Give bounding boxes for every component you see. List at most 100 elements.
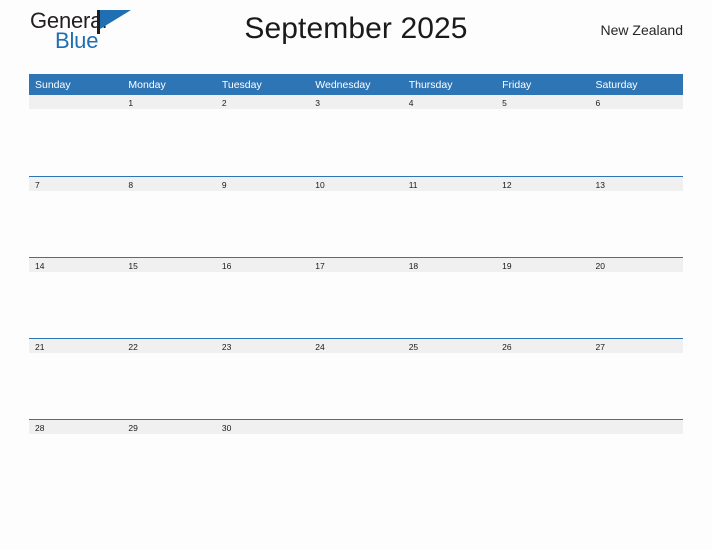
day-cell[interactable]: 3 [309,95,403,176]
day-header-monday: Monday [122,74,216,95]
date-number: 28 [29,419,123,434]
day-cell[interactable]: 14 [29,256,123,338]
day-cell[interactable] [402,418,497,500]
date-number: 14 [29,257,123,272]
day-cell[interactable] [589,418,683,500]
date-number: 20 [589,257,683,272]
day-cell[interactable]: 25 [402,337,497,419]
date-number: 10 [309,176,403,191]
day-cell[interactable]: 17 [309,256,403,338]
day-events[interactable] [403,109,496,169]
day-events[interactable] [216,191,309,251]
page-header: General Blue September 2025 New Zealand [29,0,683,74]
day-cell[interactable]: 20 [589,256,683,338]
date-number: 18 [402,257,497,272]
day-cell[interactable]: 4 [402,95,497,176]
day-cell[interactable]: 27 [589,337,683,419]
week-row: 1 2 3 4 5 6 [29,95,683,176]
date-number [309,419,403,434]
day-events[interactable] [29,272,122,332]
day-cell[interactable]: 19 [496,256,590,338]
month-calendar: Sunday Monday Tuesday Wednesday Thursday… [29,74,683,500]
date-number [589,419,683,434]
day-cell[interactable]: 10 [309,175,403,257]
day-cell[interactable]: 6 [589,95,683,176]
day-cell[interactable]: 26 [496,337,590,419]
day-cell[interactable] [29,95,123,176]
day-events[interactable] [403,272,496,332]
day-cell[interactable]: 21 [29,337,123,419]
day-cell[interactable]: 29 [122,418,216,500]
day-cell[interactable]: 12 [496,175,590,257]
day-cell[interactable]: 16 [215,256,310,338]
day-cell[interactable]: 1 [122,95,216,176]
date-number: 29 [122,419,216,434]
week-row: 7 8 9 10 11 12 13 [29,175,683,257]
day-events[interactable] [216,353,309,413]
day-events[interactable] [122,272,215,332]
day-cell[interactable] [309,418,403,500]
day-cell[interactable]: 24 [309,337,403,419]
day-cell[interactable]: 13 [589,175,683,257]
day-events[interactable] [309,353,402,413]
day-events[interactable] [496,191,589,251]
day-cell[interactable]: 30 [215,418,310,500]
day-events[interactable] [122,191,215,251]
day-cell[interactable]: 11 [402,175,497,257]
day-events[interactable] [122,353,215,413]
date-number: 2 [215,95,310,109]
day-events[interactable] [309,191,402,251]
week-row: 21 22 23 24 25 26 27 [29,337,683,419]
page-title: September 2025 [244,12,468,45]
day-events[interactable] [590,191,683,251]
day-events[interactable] [122,434,215,494]
day-events[interactable] [309,109,402,169]
day-events[interactable] [590,353,683,413]
day-events[interactable] [590,434,683,494]
date-number: 9 [215,176,310,191]
day-events[interactable] [590,272,683,332]
day-header-saturday: Saturday [589,74,683,95]
day-events[interactable] [496,109,589,169]
day-cell[interactable]: 15 [122,256,216,338]
day-events[interactable] [29,109,122,169]
day-cell[interactable]: 23 [215,337,310,419]
day-events[interactable] [496,272,589,332]
day-events[interactable] [496,434,589,494]
date-number: 30 [215,419,310,434]
day-events[interactable] [403,434,496,494]
day-cell[interactable]: 28 [29,418,123,500]
date-number: 1 [122,95,216,109]
date-number: 27 [589,338,683,353]
day-events[interactable] [403,353,496,413]
date-number: 12 [496,176,590,191]
calendar-page: General Blue September 2025 New Zealand … [0,0,712,550]
day-events[interactable] [309,434,402,494]
day-events[interactable] [122,109,215,169]
date-number: 4 [402,95,497,109]
day-header-thursday: Thursday [402,74,497,95]
calendar-body: 1 2 3 4 5 6 7 8 9 10 11 12 13 14 15 16 1… [29,95,683,500]
day-cell[interactable]: 5 [496,95,590,176]
day-events[interactable] [496,353,589,413]
day-cell[interactable]: 18 [402,256,497,338]
day-events[interactable] [29,353,122,413]
day-cell[interactable] [496,418,590,500]
day-cell[interactable]: 22 [122,337,216,419]
date-number: 8 [122,176,216,191]
day-events[interactable] [29,191,122,251]
day-events[interactable] [309,272,402,332]
day-cell[interactable]: 8 [122,175,216,257]
day-events[interactable] [590,109,683,169]
day-cell[interactable]: 2 [215,95,310,176]
day-events[interactable] [216,272,309,332]
day-events[interactable] [403,191,496,251]
day-cell[interactable]: 9 [215,175,310,257]
day-events[interactable] [29,434,122,494]
day-events[interactable] [216,434,309,494]
date-number [29,95,123,109]
date-number: 3 [309,95,403,109]
day-events[interactable] [216,109,309,169]
date-number: 19 [496,257,590,272]
day-cell[interactable]: 7 [29,175,123,257]
